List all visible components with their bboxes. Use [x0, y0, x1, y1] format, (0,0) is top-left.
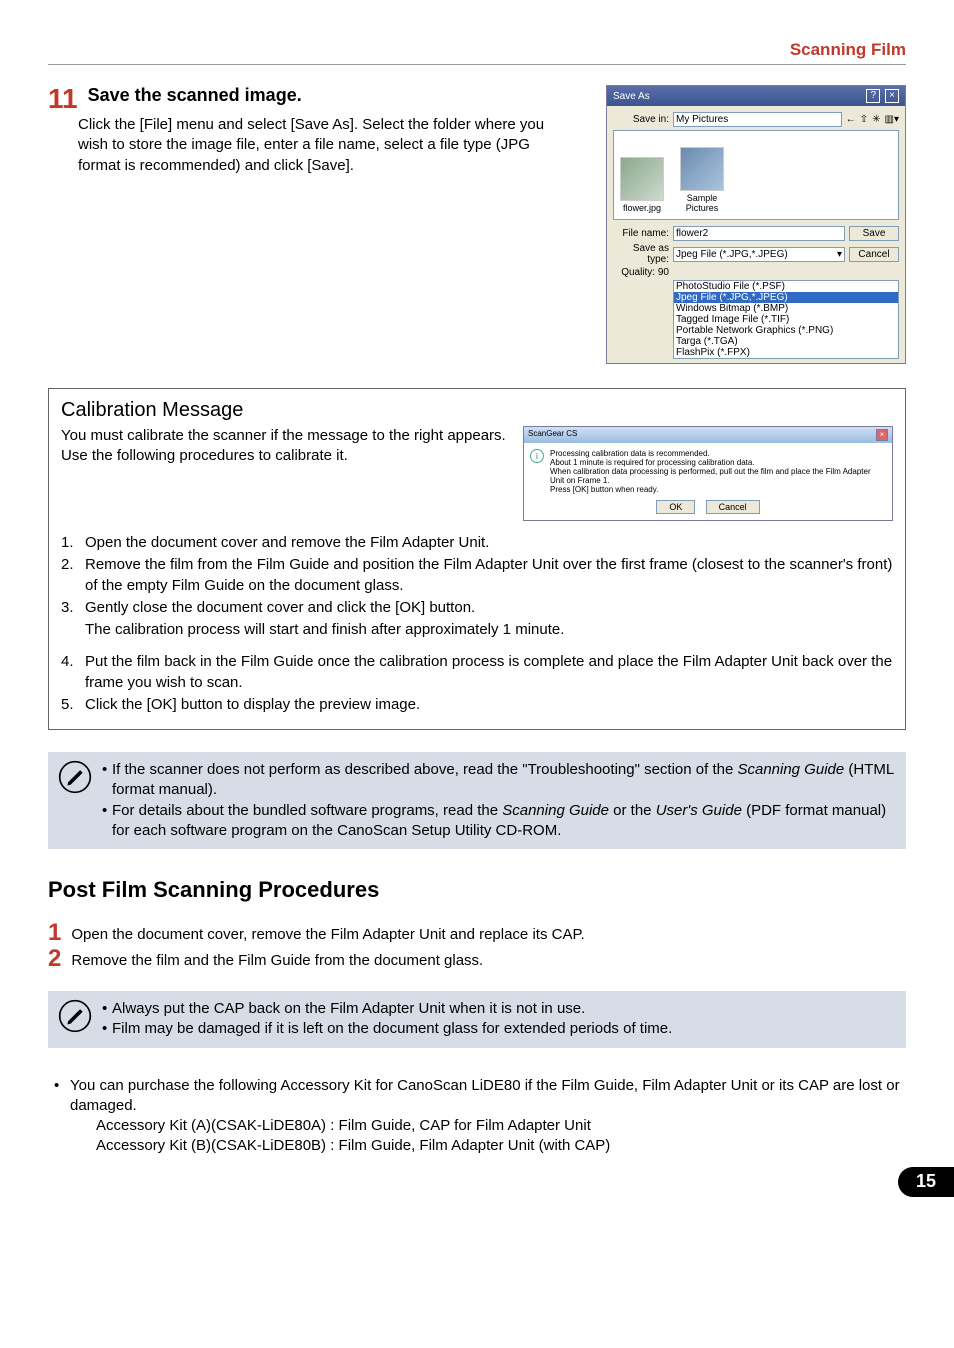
close-icon[interactable]: × [885, 89, 899, 103]
calib-step: Gently close the document cover and clic… [61, 598, 893, 618]
accessory-kit-b: Accessory Kit (B)(CSAK-LiDE80B) : Film G… [96, 1136, 906, 1156]
save-button[interactable]: Save [849, 226, 899, 241]
savetype-dropdown-list[interactable]: PhotoStudio File (*.PSF) Jpeg File (*.JP… [673, 280, 899, 359]
filename-label: File name: [613, 228, 669, 239]
thumbnail-image [680, 147, 724, 191]
file-thumb[interactable]: Sample Pictures [680, 147, 724, 213]
calibration-steps-cont: Put the film back in the Film Guide once… [61, 652, 893, 715]
step-11-section: 11 Save the scanned image. Click the [Fi… [48, 85, 906, 364]
pencil-note-icon [58, 999, 92, 1033]
note-box-1: •If the scanner does not perform as desc… [48, 752, 906, 849]
file-list-area[interactable]: flower.jpg Sample Pictures [613, 130, 899, 220]
post-step-2: Remove the film and the Film Guide from … [71, 947, 483, 969]
calibration-title: Calibration Message [61, 399, 893, 422]
savetype-combo[interactable]: Jpeg File (*.JPG,*.JPEG)▾ [673, 247, 845, 262]
thumb-label: Sample Pictures [680, 193, 724, 213]
calib-step: Put the film back in the Film Guide once… [61, 652, 893, 693]
note-bullet: •If the scanner does not perform as desc… [102, 760, 896, 801]
thumb-label: flower.jpg [620, 203, 664, 213]
filename-field[interactable] [673, 226, 845, 241]
accessory-note: •You can purchase the following Accessor… [48, 1076, 906, 1117]
note-box-2: •Always put the CAP back on the Film Ada… [48, 991, 906, 1048]
page-number-badge: 15 [898, 1167, 954, 1197]
type-option[interactable]: Windows Bitmap (*.BMP) [674, 303, 898, 314]
cancel-button[interactable]: Cancel [706, 500, 760, 514]
viewmenu-icon[interactable]: ▥▾ [885, 114, 899, 125]
scangear-message: Processing calibration data is recommend… [550, 449, 886, 494]
calib-step: Click the [OK] button to display the pre… [61, 695, 893, 715]
newfolder-icon[interactable]: ✳ [872, 114, 880, 125]
pencil-note-icon [58, 760, 92, 794]
thumbnail-image [620, 157, 664, 201]
step-11-title: Save the scanned image. [88, 85, 302, 106]
ok-button[interactable]: OK [656, 500, 695, 514]
page-header: Scanning Film [48, 40, 906, 60]
info-icon: i [530, 449, 544, 463]
savein-combo[interactable]: My Pictures [673, 112, 842, 127]
dialog-title-text: Save As [613, 91, 650, 102]
note-bullet: •For details about the bundled software … [102, 801, 896, 842]
cancel-button[interactable]: Cancel [849, 247, 899, 262]
note-bullet: •Film may be damaged if it is left on th… [102, 1019, 672, 1039]
header-divider [48, 64, 906, 65]
calibration-intro: You must calibrate the scanner if the me… [61, 426, 513, 467]
scangear-dialog: ScanGear CS × i Processing calibration d… [523, 426, 893, 521]
close-icon[interactable]: × [876, 429, 888, 441]
dialog-window-buttons: ? × [864, 89, 899, 103]
back-icon[interactable]: ← [846, 114, 856, 125]
post-step-2-num: 2 [48, 947, 61, 971]
file-thumb[interactable]: flower.jpg [620, 157, 664, 213]
calib-step: Remove the film from the Film Guide and … [61, 555, 893, 596]
step-11-number: 11 [48, 85, 78, 113]
post-step-1: Open the document cover, remove the Film… [71, 921, 584, 943]
quality-label: Quality: 90 [613, 267, 669, 278]
calib-step: Open the document cover and remove the F… [61, 533, 893, 553]
post-step-1-num: 1 [48, 921, 61, 945]
type-option[interactable]: FlashPix (*.FPX) [674, 347, 898, 358]
note-bullet: •Always put the CAP back on the Film Ada… [102, 999, 672, 1019]
dialog-titlebar: Save As ? × [607, 86, 905, 106]
calibration-box: Calibration Message You must calibrate t… [48, 388, 906, 730]
calib-step-sub: The calibration process will start and f… [85, 620, 893, 640]
savetype-label: Save as type: [613, 243, 669, 265]
page-number: 15 [898, 1167, 954, 1197]
accessory-kit-a: Accessory Kit (A)(CSAK-LiDE80A) : Film G… [96, 1116, 906, 1136]
post-title: Post Film Scanning Procedures [48, 877, 906, 903]
type-option[interactable]: Jpeg File (*.JPG,*.JPEG) [674, 292, 898, 303]
save-as-dialog: Save As ? × Save in: My Pictures ← ⇧ ✳ ▥… [606, 85, 906, 364]
type-option[interactable]: Tagged Image File (*.TIF) [674, 314, 898, 325]
help-icon[interactable]: ? [866, 89, 880, 103]
type-option[interactable]: Targa (*.TGA) [674, 336, 898, 347]
type-option[interactable]: PhotoStudio File (*.PSF) [674, 281, 898, 292]
type-option[interactable]: Portable Network Graphics (*.PNG) [674, 325, 898, 336]
savein-label: Save in: [613, 114, 669, 125]
step-11-body: Click the [File] menu and select [Save A… [78, 115, 558, 176]
scangear-title: ScanGear CS [528, 429, 577, 441]
up-icon[interactable]: ⇧ [860, 114, 868, 125]
calibration-steps: Open the document cover and remove the F… [61, 533, 893, 618]
